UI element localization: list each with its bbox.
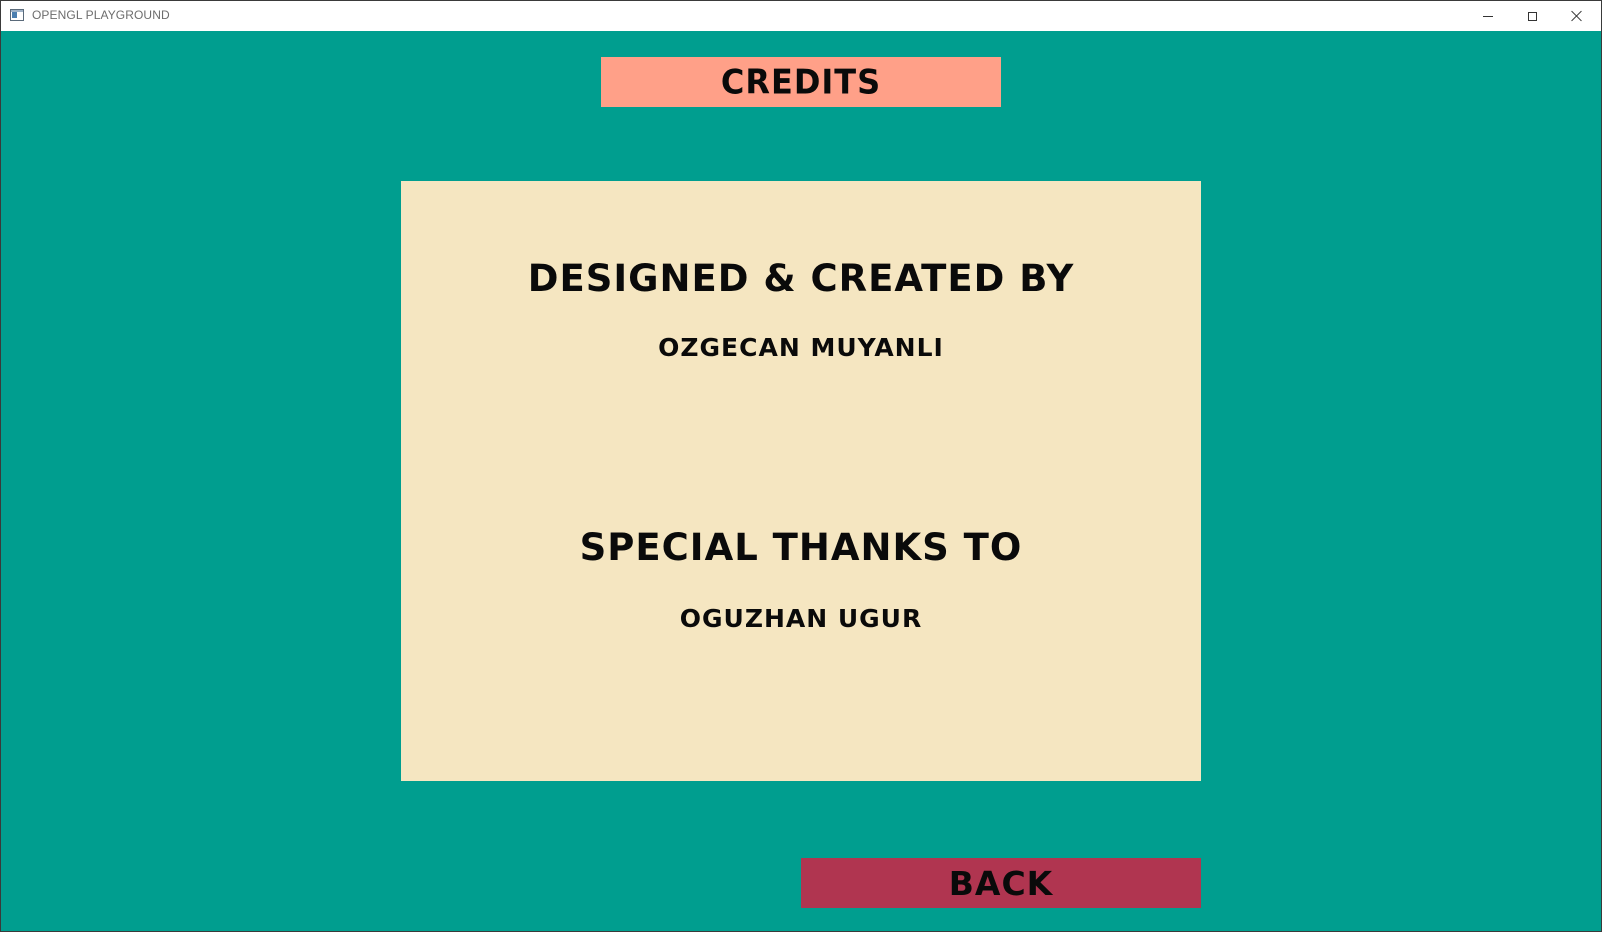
credits-title: CREDITS <box>720 62 882 102</box>
credits-banner: CREDITS <box>601 57 1001 107</box>
app-window-icon <box>10 9 24 21</box>
thanks-name: OGUZHAN UGUR <box>679 604 923 633</box>
designer-name: OZGECAN MUYANLI <box>658 333 944 362</box>
game-canvas: CREDITS DESIGNED & CREATED BY OZGECAN MU… <box>1 31 1601 931</box>
close-button[interactable] <box>1554 1 1600 31</box>
back-button-label: BACK <box>948 863 1054 903</box>
close-icon <box>1571 10 1583 22</box>
window-title: OPENGL PLAYGROUND <box>32 8 170 22</box>
minimize-button[interactable] <box>1465 1 1511 31</box>
back-button[interactable]: BACK <box>801 858 1201 908</box>
credits-panel: DESIGNED & CREATED BY OZGECAN MUYANLI SP… <box>401 181 1201 781</box>
minimize-icon <box>1483 15 1493 17</box>
maximize-icon <box>1527 11 1537 21</box>
maximize-button[interactable] <box>1509 1 1555 31</box>
title-bar[interactable]: OPENGL PLAYGROUND <box>1 1 1601 31</box>
app-window: OPENGL PLAYGROUND CREDITS DESIGNED & CRE… <box>0 0 1602 932</box>
designed-heading: DESIGNED & CREATED BY <box>527 257 1075 300</box>
thanks-heading: SPECIAL THANKS TO <box>579 526 1023 569</box>
